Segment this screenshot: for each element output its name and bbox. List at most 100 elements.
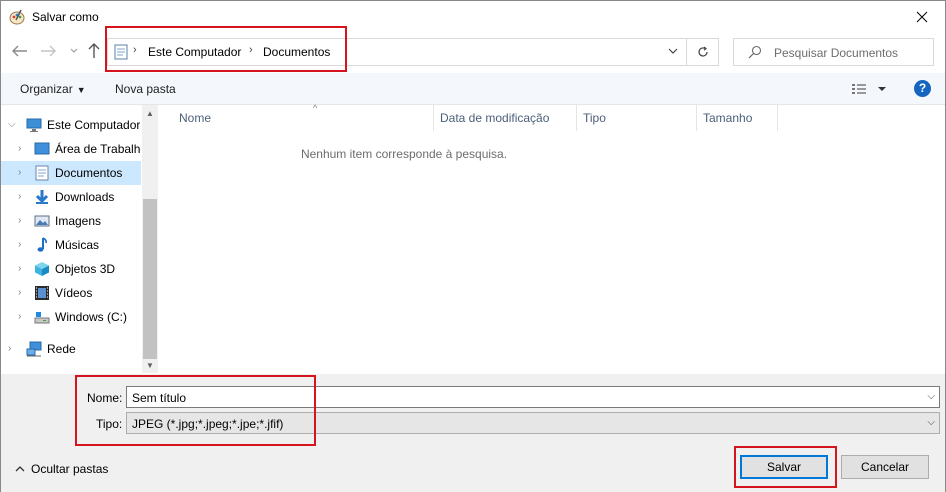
downloads-icon bbox=[34, 189, 50, 205]
sidebar-item-downloads[interactable]: › Downloads bbox=[1, 185, 141, 209]
title-bar: Salvar como bbox=[1, 1, 945, 33]
file-type-select[interactable]: JPEG (*.jpg;*.jpeg;*.jpe;*.jfif) ⌵ bbox=[126, 412, 940, 434]
breadcrumb-separator-icon: › bbox=[249, 44, 253, 56]
chevron-down-icon bbox=[70, 48, 78, 53]
chevron-down-icon[interactable]: ⌵ bbox=[927, 391, 935, 402]
chevron-right-icon[interactable]: › bbox=[8, 343, 11, 354]
column-header-type[interactable]: Tipo bbox=[577, 105, 697, 131]
help-button[interactable]: ? bbox=[914, 80, 931, 97]
sidebar-item-music[interactable]: › Músicas bbox=[1, 233, 141, 257]
save-button[interactable]: Salvar bbox=[740, 455, 828, 479]
cancel-button[interactable]: Cancelar bbox=[841, 455, 929, 479]
forward-button[interactable] bbox=[39, 41, 57, 61]
sidebar-item-pictures[interactable]: › Imagens bbox=[1, 209, 141, 233]
sidebar-item-3d-objects[interactable]: › Objetos 3D bbox=[1, 257, 141, 281]
up-button[interactable] bbox=[85, 41, 103, 61]
organize-label: Organizar bbox=[20, 82, 73, 96]
chevron-right-icon[interactable]: › bbox=[18, 287, 21, 298]
empty-list-message: Nenhum item corresponde à pesquisa. bbox=[300, 147, 508, 161]
drive-icon bbox=[34, 309, 50, 325]
column-header-size[interactable]: Tamanho bbox=[697, 105, 778, 131]
sidebar-item-label: Vídeos bbox=[55, 286, 93, 300]
sidebar-item-label: Objetos 3D bbox=[55, 262, 116, 276]
chevron-right-icon[interactable]: › bbox=[18, 215, 21, 226]
chevron-right-icon[interactable]: › bbox=[18, 311, 21, 322]
sidebar-item-label: Imagens bbox=[55, 214, 102, 228]
chevron-right-icon[interactable]: › bbox=[18, 239, 21, 250]
breadcrumb-documents[interactable]: Documentos bbox=[263, 45, 330, 59]
close-icon bbox=[916, 11, 928, 22]
back-arrow-icon bbox=[12, 45, 27, 57]
file-name-value: Sem título bbox=[132, 391, 187, 405]
sidebar-item-documents[interactable]: › Documentos bbox=[1, 161, 141, 185]
sort-ascending-icon: ^ bbox=[313, 103, 318, 113]
sidebar-scrollbar[interactable]: ▲ ▼ bbox=[142, 105, 158, 373]
sidebar-item-drive-c[interactable]: › Windows (C:) bbox=[1, 305, 141, 329]
documents-icon bbox=[34, 165, 50, 181]
save-as-dialog: Salvar como › Este Computador › Document… bbox=[0, 0, 946, 492]
sidebar-item-network[interactable]: › Rede bbox=[1, 337, 141, 361]
save-options-panel: Nome: Sem título ⌵ Tipo: JPEG (*.jpg;*.j… bbox=[1, 374, 945, 492]
search-icon bbox=[748, 45, 762, 62]
forward-arrow-icon bbox=[41, 45, 56, 57]
sidebar-item-desktop[interactable]: › Área de Trabalho bbox=[1, 137, 141, 161]
refresh-icon bbox=[697, 46, 708, 57]
sidebar-item-this-pc[interactable]: ⌵ Este Computador bbox=[1, 113, 141, 137]
sidebar-item-label: Windows (C:) bbox=[55, 310, 128, 324]
sidebar-item-label: Músicas bbox=[55, 238, 100, 252]
scroll-up-icon[interactable]: ▲ bbox=[146, 109, 154, 118]
chevron-expanded-icon[interactable]: ⌵ bbox=[8, 119, 16, 130]
3d-objects-icon bbox=[34, 261, 50, 277]
chevron-right-icon[interactable]: › bbox=[18, 191, 21, 202]
file-list: ^ Nome Data de modificação Tipo Tamanho … bbox=[159, 103, 945, 373]
details-view-icon bbox=[852, 84, 886, 94]
sidebar-item-label: Downloads bbox=[55, 190, 115, 204]
videos-icon bbox=[34, 285, 50, 301]
column-header-name[interactable]: ^ Nome bbox=[173, 103, 434, 131]
navigation-row: › Este Computador › Documentos Pesquisar… bbox=[1, 33, 945, 69]
pictures-icon bbox=[34, 213, 50, 229]
chevron-right-icon[interactable]: › bbox=[18, 167, 21, 178]
file-name-label: Nome: bbox=[87, 391, 123, 405]
column-header-date-modified[interactable]: Data de modificação bbox=[434, 105, 577, 131]
sidebar-item-label: Documentos bbox=[55, 166, 123, 180]
scroll-down-icon[interactable]: ▼ bbox=[146, 361, 154, 370]
sidebar-item-label: Este Computador bbox=[47, 118, 141, 132]
breadcrumb-separator-icon: › bbox=[133, 44, 137, 56]
new-folder-button[interactable]: Nova pasta bbox=[115, 82, 176, 96]
back-button[interactable] bbox=[11, 41, 29, 61]
network-icon bbox=[26, 341, 42, 357]
search-input[interactable]: Pesquisar Documentos bbox=[733, 38, 934, 66]
chevron-right-icon[interactable]: › bbox=[18, 263, 21, 274]
music-icon bbox=[34, 237, 50, 253]
recent-locations-button[interactable] bbox=[65, 41, 83, 61]
chevron-right-icon[interactable]: › bbox=[18, 143, 21, 154]
sidebar-item-label: Rede bbox=[47, 342, 76, 356]
chevron-down-icon bbox=[668, 48, 678, 54]
address-dropdown-button[interactable] bbox=[668, 44, 678, 61]
file-name-field[interactable]: Sem título ⌵ bbox=[126, 386, 940, 408]
navigation-pane: ⌵ Este Computador › Área de Trabalho › D… bbox=[1, 105, 158, 373]
file-type-value: JPEG (*.jpg;*.jpeg;*.jpe;*.jfif) bbox=[132, 417, 284, 431]
file-type-label: Tipo: bbox=[96, 417, 123, 431]
sidebar-item-label: Área de Trabalho bbox=[55, 142, 141, 156]
chevron-up-icon bbox=[15, 466, 25, 472]
sidebar-item-videos[interactable]: › Vídeos bbox=[1, 281, 141, 305]
caret-down-icon: ▼ bbox=[76, 85, 86, 95]
hide-folders-button[interactable]: Ocultar pastas bbox=[15, 462, 108, 476]
refresh-button[interactable] bbox=[686, 39, 718, 65]
change-view-button[interactable] bbox=[851, 82, 889, 99]
window-title: Salvar como bbox=[32, 10, 99, 24]
scrollbar-thumb[interactable] bbox=[143, 199, 157, 359]
address-bar[interactable]: › Este Computador › Documentos bbox=[107, 38, 719, 66]
paint-app-icon bbox=[9, 9, 25, 25]
computer-icon bbox=[26, 117, 42, 133]
organize-button[interactable]: Organizar ▼ bbox=[20, 82, 86, 96]
breadcrumb-this-pc[interactable]: Este Computador bbox=[148, 45, 241, 59]
chevron-down-icon[interactable]: ⌵ bbox=[927, 417, 935, 428]
desktop-icon bbox=[34, 141, 50, 157]
up-arrow-icon bbox=[88, 43, 100, 58]
documents-icon bbox=[114, 44, 128, 63]
close-button[interactable] bbox=[899, 1, 945, 32]
command-toolbar: Organizar ▼ Nova pasta ? bbox=[1, 73, 945, 105]
